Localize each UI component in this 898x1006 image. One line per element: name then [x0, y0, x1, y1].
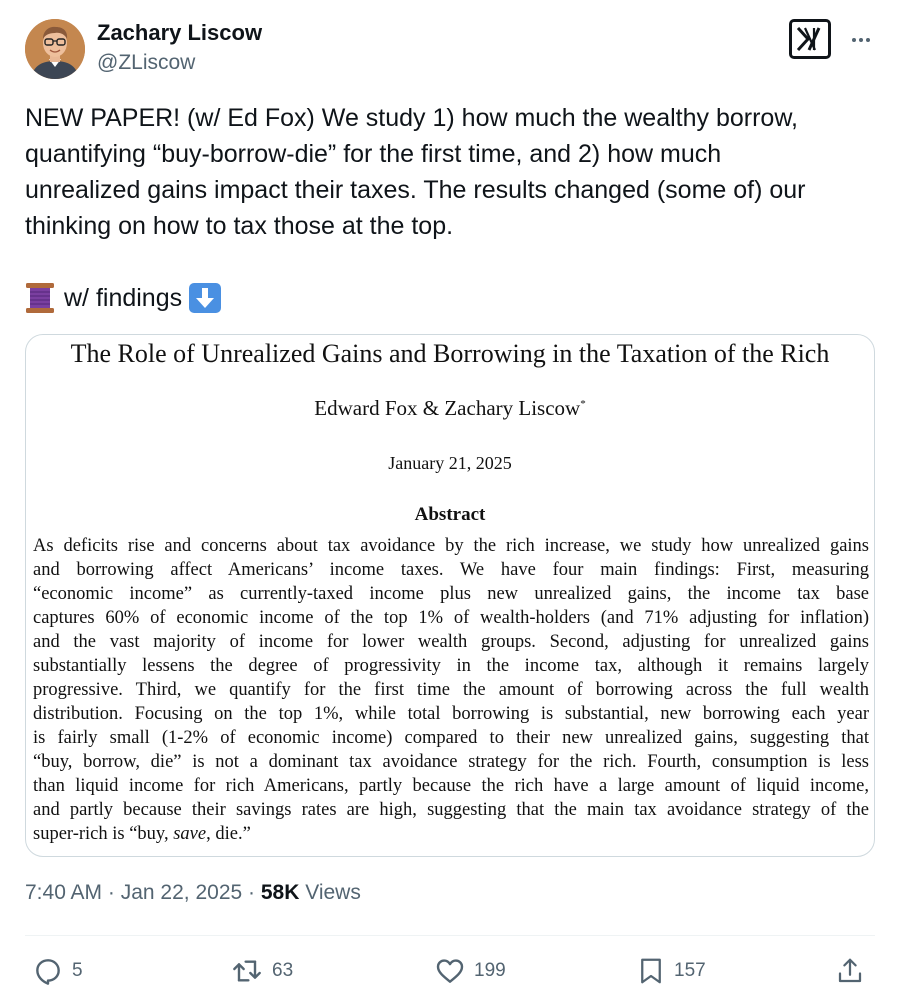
abstract-line: As deficits rise and concerns about tax …: [33, 536, 869, 556]
post-date[interactable]: Jan 22, 2025: [121, 881, 242, 904]
avatar-image: [25, 19, 85, 79]
like-button[interactable]: 199: [434, 954, 506, 988]
views-label: Views: [299, 881, 361, 904]
timestamp-row: 7:40 AM · Jan 22, 2025 · 58K Views: [25, 881, 361, 905]
reply-button[interactable]: 5: [32, 954, 83, 988]
paper-title: The Role of Unrealized Gains and Borrowi…: [70, 339, 830, 368]
paper-authors: Edward Fox & Zachary Liscow*: [26, 396, 874, 421]
more-icon[interactable]: [846, 28, 876, 52]
abstract-last-italic: save: [173, 824, 207, 844]
spool-of-thread-icon: [25, 282, 55, 314]
tweet-line: NEW PAPER! (w/ Ed Fox) We study 1) how m…: [25, 104, 798, 132]
abstract-line-last: super-rich is “buy, save, die.”: [33, 822, 869, 846]
reply-icon: [36, 959, 60, 985]
like-icon: [436, 959, 464, 983]
abstract-line: and borrowing affect Americans’ income t…: [33, 560, 869, 580]
abstract-heading: Abstract: [414, 504, 486, 525]
abstract-line: than liquid income for rich Americans, p…: [33, 776, 869, 796]
abstract-line: “economic income” as currently-taxed inc…: [33, 584, 869, 604]
abstract-line: substantially lessens the degree of prog…: [33, 656, 869, 676]
share-icon: [838, 958, 862, 983]
like-count: 199: [474, 960, 506, 981]
repost-button[interactable]: 63: [230, 954, 293, 988]
x-logo-glyph: [797, 27, 821, 51]
abstract-line: captures 60% of economic income of the t…: [33, 608, 869, 628]
bookmark-icon: [641, 958, 661, 984]
down-arrow-icon: [189, 283, 222, 313]
thread-text: w/ findings: [64, 284, 183, 312]
abstract-line: distribution. Focusing on the top 1%, wh…: [33, 704, 869, 724]
abstract-line: and partly because their savings rates a…: [33, 800, 869, 820]
repost-icon: [233, 960, 261, 982]
abstract-line: and the vast majority of income for lowe…: [33, 632, 869, 652]
meta-separator: ·: [242, 881, 261, 904]
tweet-line: unrealized gains impact their taxes. The…: [25, 176, 806, 204]
author-name[interactable]: Zachary Liscow: [97, 20, 262, 46]
avatar[interactable]: [25, 19, 85, 79]
more-dot: [852, 38, 856, 42]
reply-count: 5: [72, 960, 83, 981]
paper-image[interactable]: The Role of Unrealized Gains and Borrowi…: [25, 334, 875, 857]
share-button[interactable]: [835, 954, 865, 988]
thread-line: w/ findings: [25, 280, 222, 316]
abstract-last-prefix: super-rich is “buy,: [33, 824, 174, 844]
meta-separator: ·: [102, 881, 121, 904]
abstract-line: “buy, borrow, die” is not a dominant tax…: [33, 752, 869, 772]
x-logo-icon[interactable]: [789, 19, 831, 59]
abstract-line: progressive. Third, we quantify for the …: [33, 680, 869, 700]
tweet-text: NEW PAPER! (w/ Ed Fox) We study 1) how m…: [25, 100, 875, 244]
more-dot: [859, 38, 863, 42]
author-handle[interactable]: @ZLiscow: [97, 51, 195, 75]
divider: [25, 935, 875, 936]
abstract-line: is fairly small (1-2% of economic income…: [33, 728, 869, 748]
tweet-line: thinking on how to tax those at the top.: [25, 212, 454, 240]
more-dot: [866, 38, 870, 42]
repost-count: 63: [272, 960, 294, 981]
paper-date: January 21, 2025: [388, 453, 512, 473]
paper-author-mark: *: [580, 398, 586, 410]
bookmark-count: 157: [674, 960, 706, 981]
tweet-line: quantifying “buy-borrow-die” for the fir…: [25, 140, 722, 168]
bookmark-button[interactable]: 157: [636, 954, 706, 988]
abstract-body: As deficits rise and concerns about tax …: [33, 534, 869, 846]
views-count: 58K: [260, 881, 300, 904]
post-time[interactable]: 7:40 AM: [25, 881, 102, 904]
abstract-last-suffix: , die.”: [206, 824, 251, 844]
paper-authors-text: Edward Fox & Zachary Liscow: [314, 396, 581, 420]
